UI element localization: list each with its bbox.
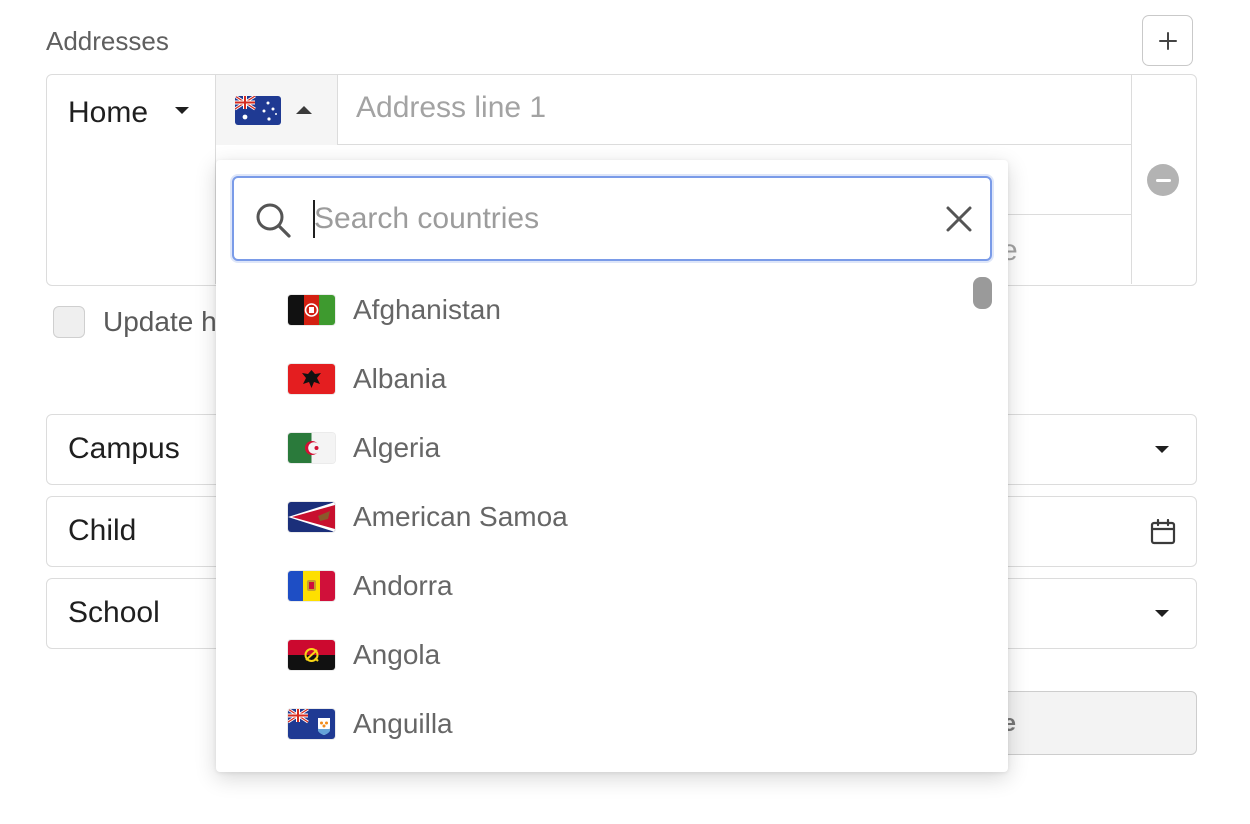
country-name: Albania (353, 363, 447, 394)
angola-flag-icon (288, 640, 335, 670)
address-line1-input[interactable]: Address line 1 (338, 75, 1131, 145)
chevron-down-icon (175, 107, 189, 114)
search-icon (256, 203, 291, 238)
school-label: School (68, 596, 160, 629)
country-option-afghanistan[interactable]: Afghanistan (216, 275, 956, 344)
country-flag-select[interactable] (216, 75, 338, 145)
australia-flag-icon (235, 96, 281, 125)
plus-icon (1158, 31, 1177, 50)
anguilla-flag-icon (288, 709, 335, 739)
country-option-albania[interactable]: Albania (216, 344, 956, 413)
remove-address-cell (1131, 75, 1195, 284)
country-option-andorra[interactable]: Andorra (216, 551, 956, 620)
country-search-input[interactable] (314, 196, 914, 242)
country-option-american-samoa[interactable]: American Samoa (216, 482, 956, 551)
andorra-flag-icon (288, 571, 335, 601)
address-type-label: Home (68, 96, 149, 129)
close-icon[interactable] (944, 204, 974, 234)
update-checkbox-label: Update h (103, 306, 217, 337)
country-dropdown: Afghanistan Albania Algeria (216, 160, 1008, 772)
country-search-box[interactable] (232, 176, 992, 261)
campus-label: Campus (68, 432, 180, 465)
chevron-down-icon (1155, 610, 1169, 617)
country-option-algeria[interactable]: Algeria (216, 413, 956, 482)
algeria-flag-icon (288, 433, 335, 463)
country-name: Afghanistan (353, 294, 501, 325)
albania-flag-icon (288, 364, 335, 394)
update-checkbox[interactable] (53, 306, 85, 338)
minus-circle-icon[interactable] (1147, 164, 1179, 196)
country-list: Afghanistan Albania Algeria American Sam… (216, 275, 956, 758)
scrollbar-thumb[interactable] (973, 277, 992, 309)
country-name: Anguilla (353, 708, 453, 739)
child-label: Child (68, 514, 137, 547)
country-option-anguilla[interactable]: Anguilla (216, 689, 956, 758)
calendar-icon[interactable] (1150, 519, 1176, 545)
country-name: American Samoa (353, 501, 568, 532)
addresses-heading: Addresses (46, 26, 169, 56)
country-option-angola[interactable]: Angola (216, 620, 956, 689)
american-samoa-flag-icon (288, 502, 335, 532)
chevron-down-icon (1155, 446, 1169, 453)
afghanistan-flag-icon (288, 295, 335, 325)
country-name: Andorra (353, 570, 453, 601)
address-type-select[interactable]: Home (47, 75, 216, 284)
address-line1-placeholder: Address line 1 (356, 91, 547, 124)
add-address-button[interactable] (1142, 15, 1193, 66)
chevron-up-icon (296, 106, 312, 114)
country-name: Angola (353, 639, 441, 670)
country-name: Algeria (353, 432, 441, 463)
